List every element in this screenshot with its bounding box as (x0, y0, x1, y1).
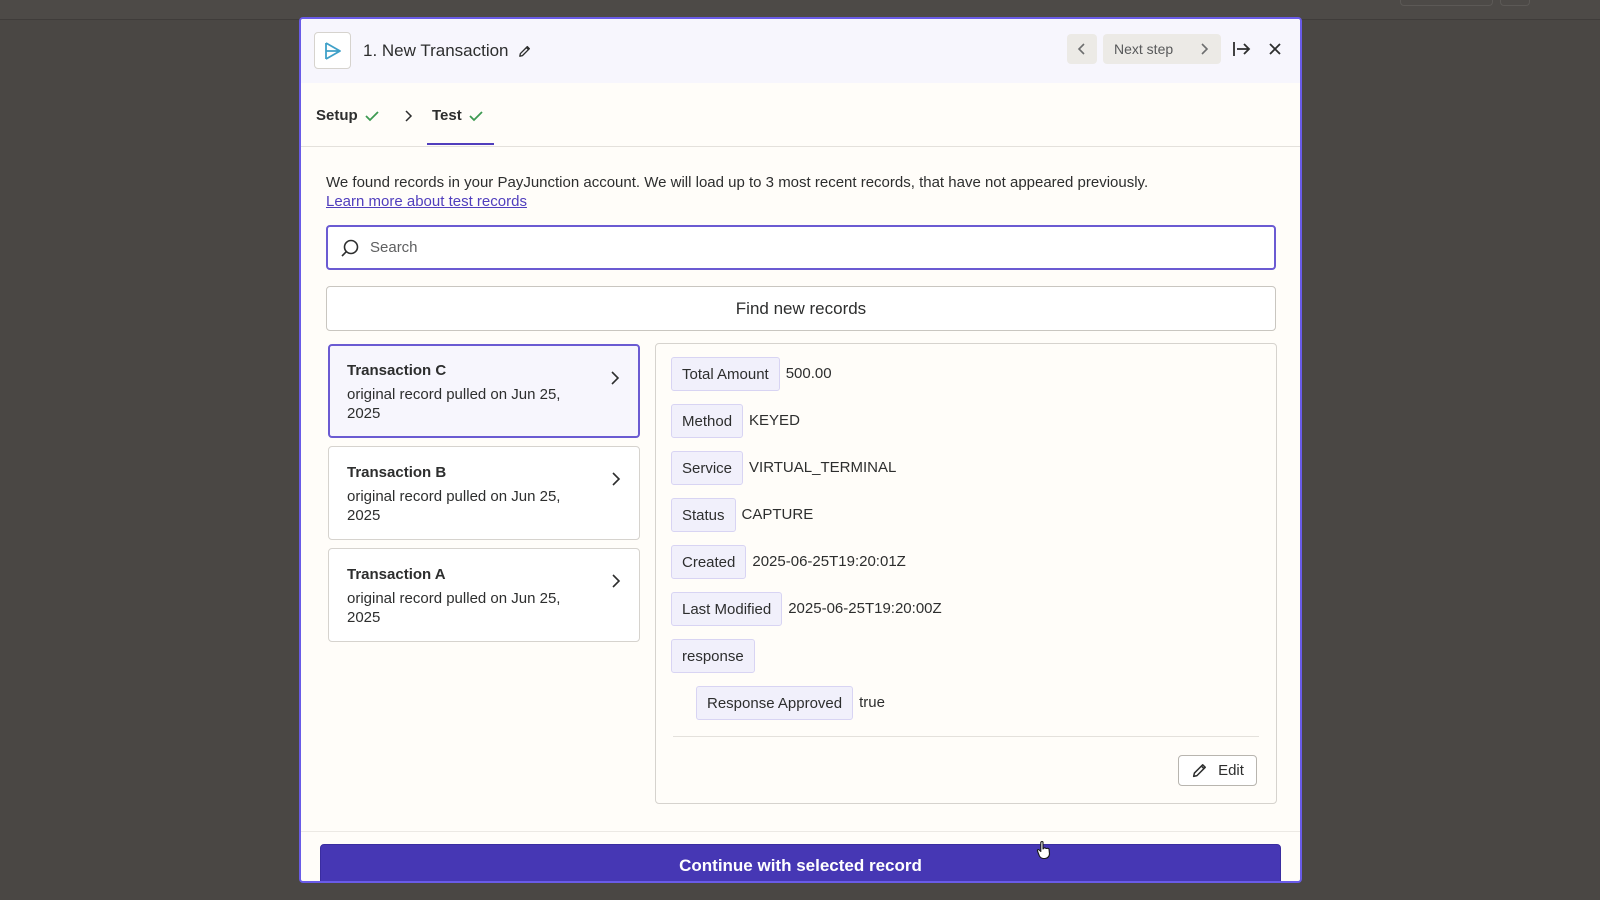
record-detail-panel: Total Amount 500.00 Method KEYED Service… (655, 343, 1277, 804)
tab-setup-label: Setup (316, 107, 358, 124)
chevron-right-icon (1201, 43, 1209, 55)
hand-cursor-icon (1036, 840, 1051, 860)
record-item-transaction-a[interactable]: Transaction A original record pulled on … (328, 548, 640, 642)
field-row: Method KEYED (671, 404, 800, 438)
tab-test[interactable]: Test (432, 107, 483, 124)
record-item-transaction-c[interactable]: Transaction C original record pulled on … (328, 344, 640, 438)
field-value: true (859, 693, 885, 711)
continue-with-selected-record-button[interactable]: Continue with selected record (320, 844, 1281, 881)
field-key: Created (671, 545, 747, 579)
background-button (1400, 0, 1493, 6)
modal-header: 1. New Transaction Next step (301, 19, 1300, 83)
chevron-right-icon (403, 109, 413, 128)
field-row: Total Amount 500.00 (671, 357, 832, 391)
pencil-icon[interactable] (517, 44, 532, 59)
close-icon (1269, 43, 1281, 55)
step-tabs: Setup Test (301, 83, 1300, 147)
edit-button[interactable]: Edit (1178, 755, 1257, 786)
record-title: Transaction C (347, 362, 447, 379)
tab-test-label: Test (432, 107, 462, 124)
intro-description: We found records in your PayJunction acc… (326, 174, 1149, 191)
field-key: Service (671, 451, 744, 485)
field-value: KEYED (749, 411, 800, 429)
payjunction-logo-icon (324, 41, 341, 60)
field-value: 2025-06-25T19:20:01Z (752, 552, 906, 570)
step-editor-modal: 1. New Transaction Next step Setup Test … (299, 17, 1302, 883)
record-title: Transaction A (347, 566, 446, 583)
field-value: 2025-06-25T19:20:00Z (788, 599, 942, 617)
background-button (1500, 0, 1530, 6)
field-key: Last Modified (671, 592, 783, 626)
field-value: VIRTUAL_TERMINAL (749, 458, 897, 476)
close-button[interactable] (1263, 37, 1287, 61)
search-icon (341, 239, 359, 257)
field-row: Status CAPTURE (671, 498, 813, 532)
field-key: Response Approved (696, 686, 854, 720)
field-row: response (671, 639, 761, 673)
find-new-records-button[interactable]: Find new records (326, 286, 1276, 331)
record-description: original record pulled on Jun 25, 2025 (347, 488, 561, 524)
previous-step-button[interactable] (1067, 34, 1097, 64)
chevron-right-icon (611, 371, 620, 385)
field-key: Status (671, 498, 736, 532)
chevron-left-icon (1077, 43, 1085, 55)
field-row: Last Modified 2025-06-25T19:20:00Z (671, 592, 942, 626)
search-input[interactable] (370, 239, 1250, 256)
field-value: CAPTURE (741, 505, 814, 523)
edit-label: Edit (1218, 762, 1244, 779)
next-step-label: Next step (1114, 41, 1174, 57)
next-step-button[interactable]: Next step (1103, 34, 1221, 64)
nested-field-row: Response Approved true (696, 686, 885, 720)
chevron-right-icon (612, 472, 621, 486)
active-tab-indicator (427, 143, 494, 145)
check-icon (469, 110, 483, 121)
step-title-text: 1. New Transaction (363, 41, 509, 60)
learn-more-link[interactable]: Learn more about test records (326, 192, 1286, 211)
tab-setup[interactable]: Setup (316, 107, 379, 124)
field-key: Total Amount (671, 357, 780, 391)
footer-divider (301, 831, 1300, 832)
payjunction-app-icon (314, 32, 351, 69)
search-box[interactable] (326, 225, 1276, 270)
record-item-transaction-b[interactable]: Transaction B original record pulled on … (328, 446, 640, 540)
field-key: Method (671, 404, 744, 438)
intro-text: We found records in your PayJunction acc… (326, 173, 1286, 211)
field-row: Service VIRTUAL_TERMINAL (671, 451, 896, 485)
field-key: response (671, 639, 755, 673)
chevron-right-icon (612, 574, 621, 588)
field-row: Created 2025-06-25T19:20:01Z (671, 545, 906, 579)
record-description: original record pulled on Jun 25, 2025 (347, 590, 561, 626)
check-icon (365, 110, 379, 121)
pencil-icon (1192, 764, 1207, 778)
record-description: original record pulled on Jun 25, 2025 (347, 386, 561, 422)
step-title[interactable]: 1. New Transaction (363, 41, 532, 61)
record-title: Transaction B (347, 464, 447, 481)
expand-panel-button[interactable] (1230, 37, 1254, 61)
expand-icon (1233, 42, 1251, 56)
divider (673, 736, 1259, 737)
field-value: 500.00 (785, 364, 832, 382)
